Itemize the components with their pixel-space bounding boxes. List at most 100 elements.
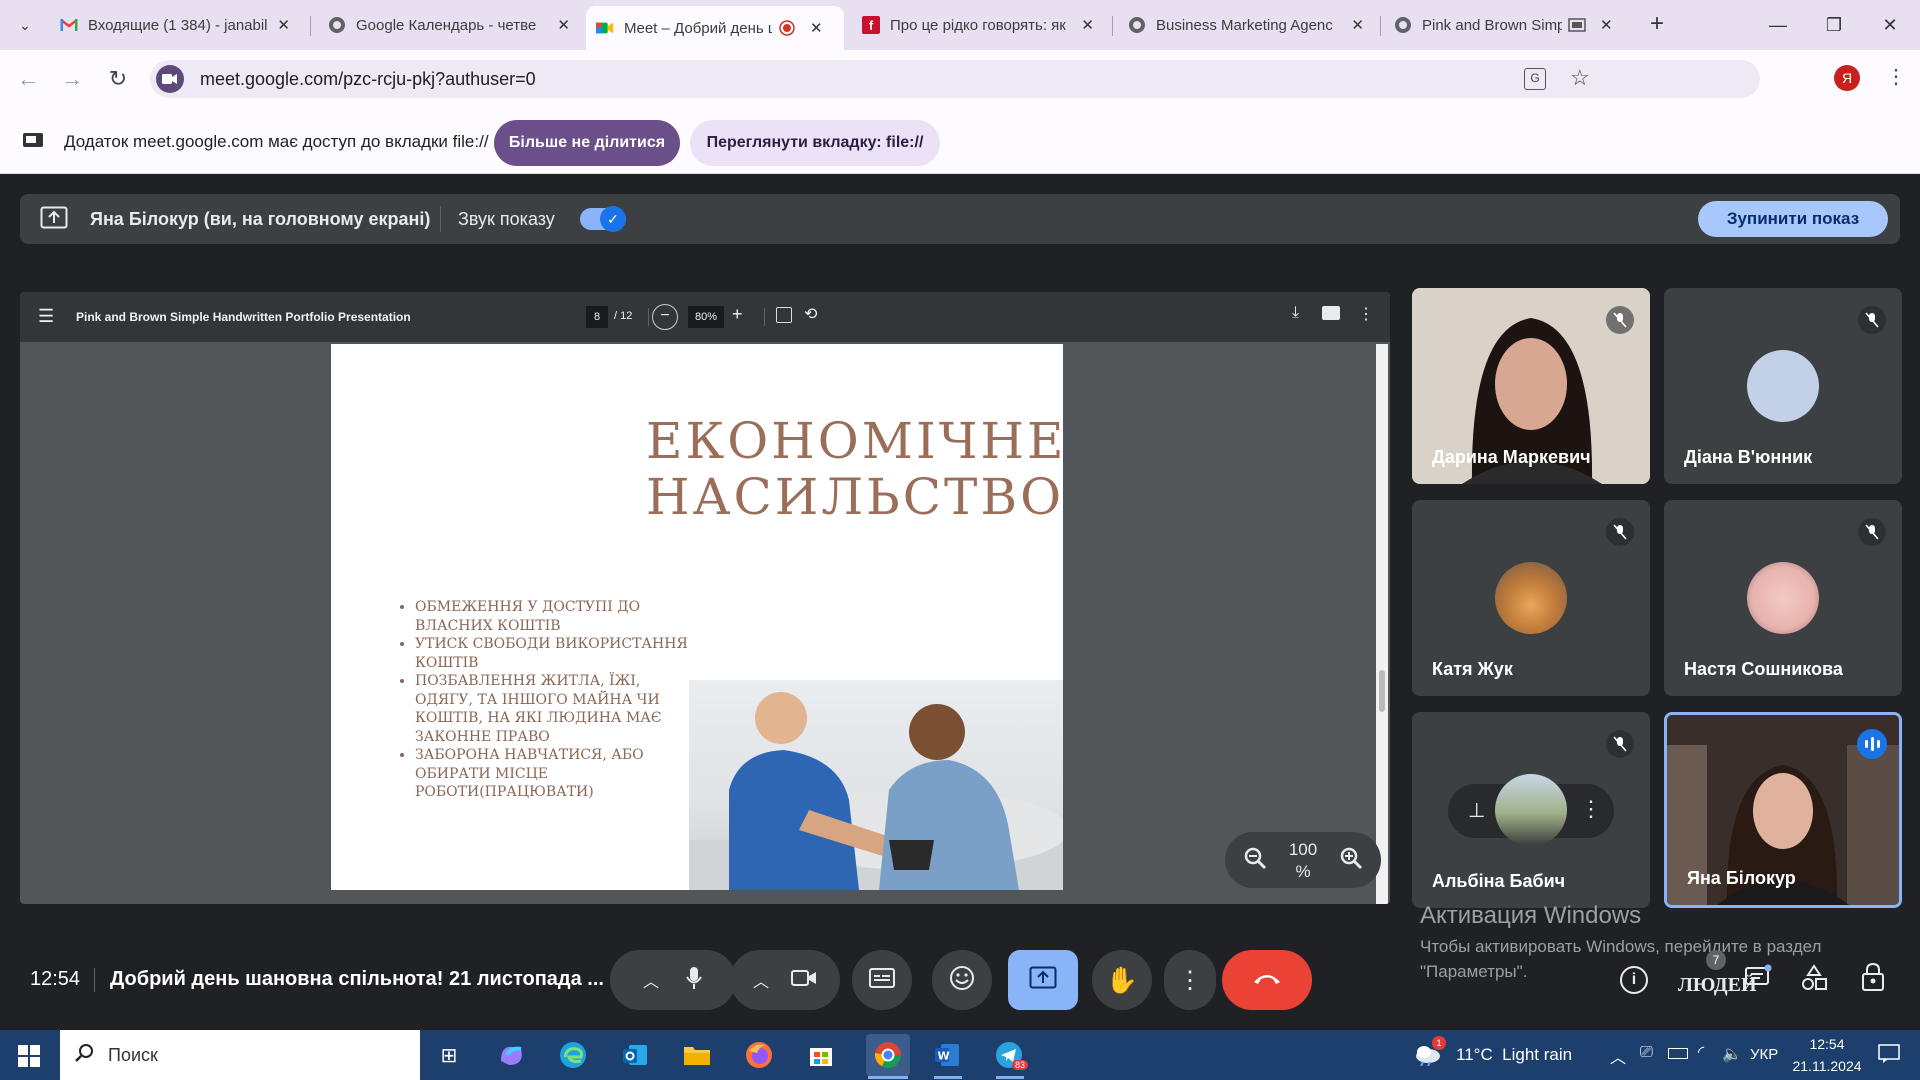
- pdf-menu-icon[interactable]: ☰: [38, 306, 54, 327]
- pdf-scrollbar[interactable]: [1376, 344, 1388, 904]
- word-icon[interactable]: W: [930, 1038, 964, 1072]
- zoom-in-magnifier-icon[interactable]: [1339, 846, 1363, 875]
- site-info-icon[interactable]: [156, 65, 184, 93]
- chevron-up-icon[interactable]: ︿: [1610, 1044, 1626, 1068]
- stop-presenting-button[interactable]: Зупинити показ: [1698, 201, 1888, 237]
- avatar: [1747, 562, 1819, 634]
- meet-tray-icon[interactable]: ⎚: [1640, 1044, 1653, 1062]
- profile-avatar[interactable]: Я: [1834, 65, 1860, 91]
- f-icon: f: [862, 16, 880, 34]
- close-icon[interactable]: ✕: [557, 16, 570, 34]
- participant-tile[interactable]: Діана В'юнник: [1664, 288, 1902, 484]
- close-icon[interactable]: ✕: [277, 16, 290, 34]
- tab-search-button[interactable]: ⌄: [12, 12, 38, 38]
- back-button[interactable]: ←: [14, 66, 42, 92]
- download-icon[interactable]: ⤓: [1292, 304, 1299, 322]
- taskbar-search[interactable]: Поиск: [60, 1030, 420, 1080]
- chrome-icon[interactable]: [866, 1034, 910, 1076]
- new-tab-button[interactable]: +: [1650, 10, 1664, 38]
- close-icon[interactable]: ✕: [1351, 16, 1364, 34]
- raise-hand-button[interactable]: ✋: [1092, 950, 1152, 1010]
- close-icon[interactable]: ✕: [1081, 16, 1094, 34]
- participant-tile[interactable]: ⊥ ⋮ Альбіна Бабич: [1412, 712, 1650, 908]
- tab-article[interactable]: f Про це рідко говорять: як ✕: [852, 6, 1104, 44]
- firefox-icon[interactable]: [742, 1038, 776, 1072]
- file-explorer-icon[interactable]: [680, 1038, 714, 1072]
- emoji-icon: [949, 965, 975, 996]
- chevron-up-icon[interactable]: ︿: [753, 968, 769, 992]
- pin-icon[interactable]: ⊥: [1468, 798, 1485, 823]
- participant-tile[interactable]: Дарина Маркевич: [1412, 288, 1650, 484]
- edge-icon[interactable]: [556, 1038, 590, 1072]
- zoom-input[interactable]: 80%: [688, 306, 724, 328]
- print-icon[interactable]: [1322, 306, 1340, 320]
- globe-icon: [1128, 16, 1146, 34]
- input-language[interactable]: УКР: [1750, 1046, 1778, 1063]
- notifications-icon[interactable]: [1878, 1044, 1900, 1069]
- tab-pdf[interactable]: Pink and Brown Simple ✕: [1384, 6, 1624, 44]
- reactions-button[interactable]: [932, 950, 992, 1010]
- tile-more-icon[interactable]: ⋮: [1580, 796, 1602, 822]
- shapes-icon: [1802, 964, 1827, 990]
- outlook-icon[interactable]: [618, 1038, 652, 1072]
- globe-icon: [328, 16, 346, 34]
- telegram-icon[interactable]: 83: [992, 1038, 1029, 1072]
- bookmark-star-icon[interactable]: ☆: [1570, 65, 1590, 91]
- wifi-icon[interactable]: ◜: [1698, 1042, 1704, 1062]
- participant-tile[interactable]: Настя Сошникова: [1664, 500, 1902, 696]
- view-tab-button[interactable]: Переглянути вкладку: file://: [690, 120, 940, 166]
- pdf-more-icon[interactable]: ⋮: [1358, 304, 1374, 324]
- zoom-out-magnifier-icon[interactable]: [1243, 846, 1267, 875]
- close-icon[interactable]: ✕: [1600, 16, 1613, 34]
- translate-icon[interactable]: G: [1524, 68, 1546, 90]
- host-controls-button[interactable]: [1860, 962, 1886, 997]
- participant-name: Настя Сошникова: [1684, 659, 1843, 679]
- stop-sharing-button[interactable]: Більше не ділитися: [494, 120, 680, 166]
- slide-bullets: Обмеження у доступі до власних коштів Ут…: [401, 598, 691, 802]
- restore-button[interactable]: ❐: [1816, 10, 1852, 40]
- tab-business[interactable]: Business Marketing Agenc ✕: [1118, 6, 1374, 44]
- present-now-button[interactable]: [1008, 950, 1078, 1010]
- reload-button[interactable]: ↻: [104, 66, 132, 92]
- tab-gmail[interactable]: Входящие (1 384) - janabil ✕: [50, 6, 300, 44]
- close-window-button[interactable]: ✕: [1872, 10, 1908, 40]
- tab-meet[interactable]: Meet – Добрий день ш ✕: [586, 6, 844, 50]
- close-icon[interactable]: ✕: [810, 19, 823, 37]
- meeting-info-button[interactable]: i: [1620, 966, 1648, 994]
- url-text: meet.google.com/pzc-rcju-pkj?authuser=0: [200, 68, 536, 89]
- task-view-icon[interactable]: ⊞: [432, 1038, 466, 1072]
- fit-page-icon[interactable]: [776, 307, 792, 323]
- copilot-icon[interactable]: [494, 1038, 528, 1072]
- page-number-input[interactable]: 8: [586, 306, 608, 328]
- captions-button[interactable]: [852, 950, 912, 1010]
- forward-button[interactable]: →: [58, 66, 86, 92]
- address-bar[interactable]: meet.google.com/pzc-rcju-pkj?authuser=0 …: [150, 60, 1760, 98]
- participant-name: Діана В'юнник: [1684, 447, 1813, 467]
- chat-button[interactable]: [1744, 964, 1772, 997]
- camera-icon[interactable]: [791, 969, 817, 992]
- windows-start-icon[interactable]: [18, 1045, 40, 1072]
- share-audio-toggle[interactable]: ✓: [580, 206, 626, 232]
- browser-menu-icon[interactable]: ⋮: [1886, 64, 1906, 89]
- rotate-icon[interactable]: ⟲: [804, 304, 817, 324]
- slide-title-line1: ЕКОНОМІЧНЕ: [646, 412, 1063, 470]
- leave-call-button[interactable]: [1222, 950, 1312, 1010]
- zoom-in-icon[interactable]: +: [732, 304, 743, 325]
- more-options-button[interactable]: ⋮: [1164, 950, 1216, 1010]
- participant-name: Катя Жук: [1432, 659, 1513, 679]
- activities-button[interactable]: [1800, 964, 1828, 997]
- pdf-title: Pink and Brown Simple Handwritten Portfo…: [76, 310, 411, 324]
- mic-icon[interactable]: [685, 966, 703, 995]
- store-icon[interactable]: [804, 1038, 838, 1072]
- zoom-out-icon[interactable]: −: [652, 304, 678, 330]
- participant-tile[interactable]: Катя Жук: [1412, 500, 1650, 696]
- chevron-up-icon[interactable]: ︿: [643, 968, 659, 992]
- volume-icon[interactable]: 🔈: [1722, 1044, 1742, 1064]
- tab-title: Meet – Добрий день ш: [624, 19, 772, 37]
- tab-calendar[interactable]: Google Календарь - четве ✕: [318, 6, 580, 44]
- participant-tile-self[interactable]: Яна Білокур: [1664, 712, 1902, 908]
- meet-icon: [596, 19, 614, 37]
- present-icon: [1029, 966, 1057, 995]
- taskbar-date: 21.11.2024: [1792, 1058, 1862, 1074]
- minimize-button[interactable]: —: [1760, 10, 1796, 40]
